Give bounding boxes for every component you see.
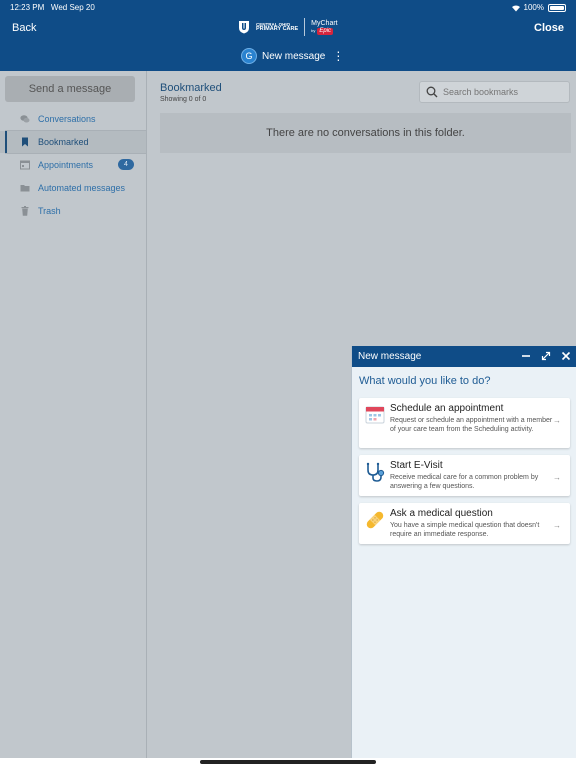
option-title: Schedule an appointment [390,403,504,414]
battery-percent: 100% [523,3,544,12]
home-indicator [200,760,376,764]
sidebar-item-conversations[interactable]: Conversations [0,108,146,130]
option-description: You have a simple medical question that … [390,522,540,538]
option-title: Ask a medical question [390,508,493,519]
arrow-right-icon: → [553,521,561,530]
battery-icon [548,3,566,12]
ask-medical-question-option[interactable]: Ask a medical question You have a simple… [359,503,570,544]
sidebar-item-label: Trash [38,206,61,216]
close-icon[interactable] [559,349,573,363]
folder-icon [20,185,30,192]
sidebar-item-label: Appointments [38,160,94,170]
chat-bubbles-icon [20,115,30,123]
wifi-icon [511,4,520,12]
logo-text: CENTRAL OHIO PRIMARY CARE [256,22,299,32]
search-box[interactable] [419,81,570,103]
sidebar-item-bookmarked[interactable]: Bookmarked [0,131,146,153]
bookmark-icon [22,137,28,147]
back-button[interactable]: Back [12,22,36,34]
sidebar-item-automated-messages[interactable]: Automated messages [0,177,146,199]
status-indicators: 100% [511,3,566,12]
sidebar-item-appointments[interactable]: Appointments 4 [0,154,146,176]
start-evisit-option[interactable]: Start E-Visit Receive medical care for a… [359,455,570,496]
sidebar-item-label: Automated messages [38,183,126,193]
logo-divider [304,18,306,36]
expand-icon[interactable] [539,349,553,363]
empty-state-text: There are no conversations in this folde… [266,127,465,139]
brand-logo: CENTRAL OHIO PRIMARY CARE MyChart by Epi… [238,18,338,36]
option-title: Start E-Visit [390,460,443,471]
avatar: G [241,48,257,64]
sidebar-item-label: Conversations [38,114,96,124]
search-icon [426,86,438,98]
more-options-icon[interactable]: ⋮ [332,50,344,62]
stethoscope-icon [366,462,385,482]
mychart-logo: MyChart by Epic [311,19,338,35]
minimize-icon[interactable] [519,349,533,363]
sidebar-item-trash[interactable]: Trash [0,200,146,222]
new-message-panel: New message What would you like to do? S… [351,346,576,758]
panel-title: New message [358,351,422,362]
sidebar: Send a message Conversations Bookmarked … [0,71,147,758]
send-message-button[interactable]: Send a message [5,76,135,102]
empty-state: There are no conversations in this folde… [160,113,571,153]
sidebar-item-label: Bookmarked [38,137,89,147]
option-description: Receive medical care for a common proble… [390,474,539,490]
results-count: Showing 0 of 0 [160,96,207,103]
trash-icon [21,206,29,216]
search-input[interactable] [443,87,563,97]
arrow-right-icon: → [553,473,561,482]
app-header: 12:23 PM Wed Sep 20 100% Back CENTRAL OH… [0,0,576,71]
appointments-count-badge: 4 [118,159,134,170]
page-title: Bookmarked [160,82,222,94]
calendar-icon [20,160,30,170]
option-description: Request or schedule an appointment with … [390,417,553,433]
shield-logo-icon [239,21,249,34]
panel-header: New message [352,346,576,367]
calendar-icon [365,406,385,424]
schedule-appointment-option[interactable]: Schedule an appointment Request or sched… [359,398,570,448]
panel-question: What would you like to do? [359,375,491,387]
arrow-right-icon: → [553,416,561,425]
bandage-icon [366,511,384,529]
close-button[interactable]: Close [534,22,564,34]
new-message-title: New message [262,50,326,62]
status-time: 12:23 PM Wed Sep 20 [10,3,95,12]
new-message-switcher[interactable]: G New message ⋮ [241,48,344,64]
